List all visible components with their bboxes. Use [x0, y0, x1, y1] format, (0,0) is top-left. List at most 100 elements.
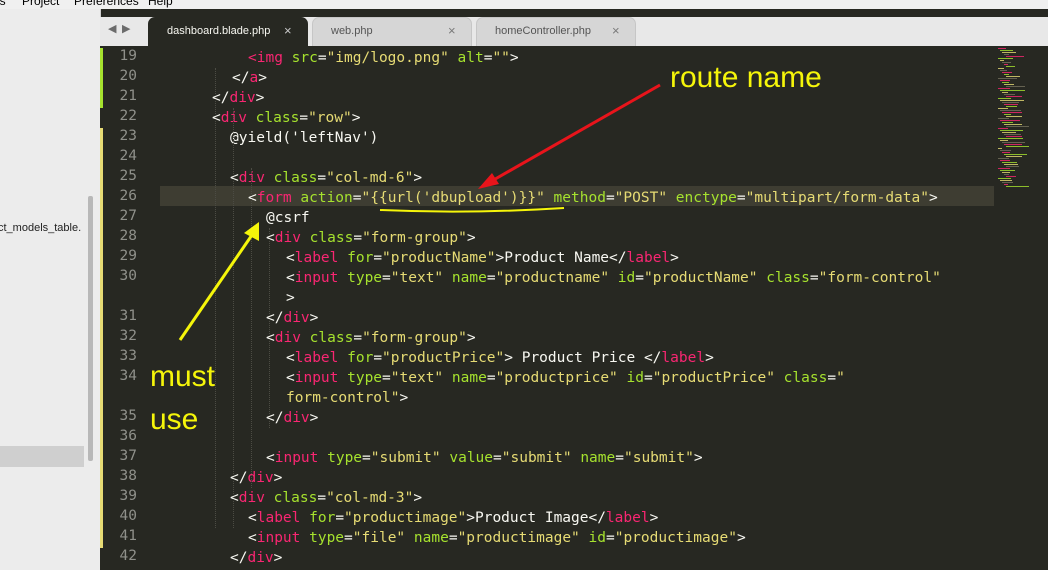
menu-project[interactable]: Project [22, 0, 59, 8]
minimap-line [1006, 66, 1015, 67]
minimap-line [1004, 74, 1009, 75]
line-number: 38 [119, 468, 137, 484]
minimap-line [1006, 126, 1029, 127]
line-number: 21 [119, 88, 137, 104]
line-number: 28 [119, 228, 137, 244]
minimap-line [1006, 136, 1022, 137]
minimap-line [1004, 164, 1018, 165]
code-line: @yield('leftNav') [230, 130, 379, 146]
minimap-line [998, 148, 1002, 149]
menu-preferences[interactable]: Preferences [74, 0, 139, 8]
code-line: form-control"> [286, 390, 409, 406]
close-icon[interactable]: × [612, 23, 620, 38]
sidebar: ct_models_table. [0, 9, 101, 570]
line-number: 36 [119, 428, 137, 444]
line-number: 35 [119, 408, 137, 424]
minimap-line [998, 48, 1006, 49]
minimap-line [1004, 84, 1014, 85]
minimap-line [1004, 134, 1021, 135]
line-number: 27 [119, 208, 137, 224]
line-number-gutter: 19 20 21 22 23 24 25 26 27 28 29 30 31 32 33 34 35 36 37 38… [100, 46, 160, 570]
minimap-line [1002, 82, 1009, 83]
line-number: 25 [119, 168, 137, 184]
line-number: 41 [119, 528, 137, 544]
minimap-line [1006, 86, 1025, 87]
minimap-line [1000, 110, 1021, 111]
minimap-line [1004, 54, 1009, 55]
code-line: <input type="text" name="productname" id… [286, 270, 941, 286]
minimap-line [1004, 104, 1018, 105]
line-number: 22 [119, 108, 137, 124]
minimap-line [1002, 72, 1012, 73]
code-line: <div class="row"> [212, 110, 361, 126]
minimap-line [1002, 132, 1016, 133]
minimap-line [998, 78, 1017, 79]
code-line: <form action="{{url('dbupload')}}" metho… [248, 190, 938, 206]
line-number: 33 [119, 348, 137, 364]
line-number: 19 [119, 48, 137, 64]
code-line: <div class="col-md-3"> [230, 490, 423, 506]
tab-bar: ◀ ▶ dashboard.blade.php × web.php × home… [100, 17, 1048, 46]
line-number: 24 [119, 148, 137, 164]
minimap-line [1004, 64, 1008, 65]
line-number: 32 [119, 328, 137, 344]
code-line: <input type="submit" value="submit" name… [266, 450, 703, 466]
line-number: 39 [119, 488, 137, 504]
code-line: <div class="form-group"> [266, 230, 476, 246]
line-number: 31 [119, 308, 137, 324]
minimap-line [1000, 100, 1024, 101]
menu-tools[interactable]: ls [0, 0, 6, 8]
code-line: <input type="file" name="productimage" i… [248, 530, 746, 546]
code-line: <label for="productimage">Product Image<… [248, 510, 659, 526]
code-editor[interactable]: 19 20 21 22 23 24 25 26 27 28 29 30 31 32 33 34 35 36 37 38… [100, 46, 1048, 570]
code-line: > [286, 290, 295, 306]
tab-nav-left-icon[interactable]: ◀ [108, 22, 116, 35]
sidebar-selected-row[interactable] [0, 446, 84, 467]
minimap-line [998, 68, 1004, 69]
line-number: 37 [119, 448, 137, 464]
minimap-line [1000, 80, 1010, 81]
minimap-line [1000, 180, 1012, 181]
code-line: <label for="productName">Product Name</l… [286, 250, 679, 266]
minimap-line [1000, 170, 1015, 171]
minimap-line [1004, 114, 1011, 115]
minimap-line [1000, 90, 1025, 91]
close-icon[interactable]: × [284, 23, 292, 38]
minimap[interactable] [996, 46, 1048, 570]
minimap-line [1000, 70, 1007, 71]
indent-guide [215, 68, 216, 528]
minimap-line [998, 58, 1013, 59]
tab-nav-right-icon[interactable]: ▶ [122, 22, 130, 35]
sidebar-file-item[interactable]: ct_models_table. [0, 222, 81, 234]
minimap-line [1004, 154, 1027, 155]
tab-dashboard-blade[interactable]: dashboard.blade.php × [148, 17, 308, 46]
use-annotation: use [150, 403, 199, 436]
menu-help[interactable]: Help [148, 0, 173, 8]
minimap-line [1006, 146, 1029, 147]
minimap-line [1004, 94, 1015, 95]
line-number: 20 [119, 68, 137, 84]
code-line: <input type="text" name="productprice" i… [286, 370, 845, 386]
minimap-line [1000, 130, 1023, 131]
line-number: 23 [119, 128, 137, 144]
minimap-line [1002, 122, 1013, 123]
line-number: 42 [119, 548, 137, 564]
minimap-line [1004, 144, 1022, 145]
tab-homecontroller-php[interactable]: homeController.php × [476, 17, 636, 46]
minimap-line [1000, 160, 1010, 161]
minimap-line [998, 108, 1008, 109]
minimap-line [1006, 186, 1029, 187]
tab-web-php[interactable]: web.php × [312, 17, 472, 46]
minimap-line [1000, 150, 1011, 151]
minimap-line [1006, 76, 1020, 77]
must-annotation: must [150, 360, 216, 393]
code-line: </div> [230, 550, 283, 566]
code-line: <div class="col-md-6"> [230, 170, 423, 186]
minimap-line [1004, 174, 1009, 175]
code-line: <div class="form-group"> [266, 330, 476, 346]
sidebar-scrollbar[interactable] [88, 196, 93, 461]
minimap-line [998, 118, 1009, 119]
minimap-line [1002, 162, 1017, 163]
minimap-line [1006, 176, 1016, 177]
close-icon[interactable]: × [448, 23, 456, 38]
